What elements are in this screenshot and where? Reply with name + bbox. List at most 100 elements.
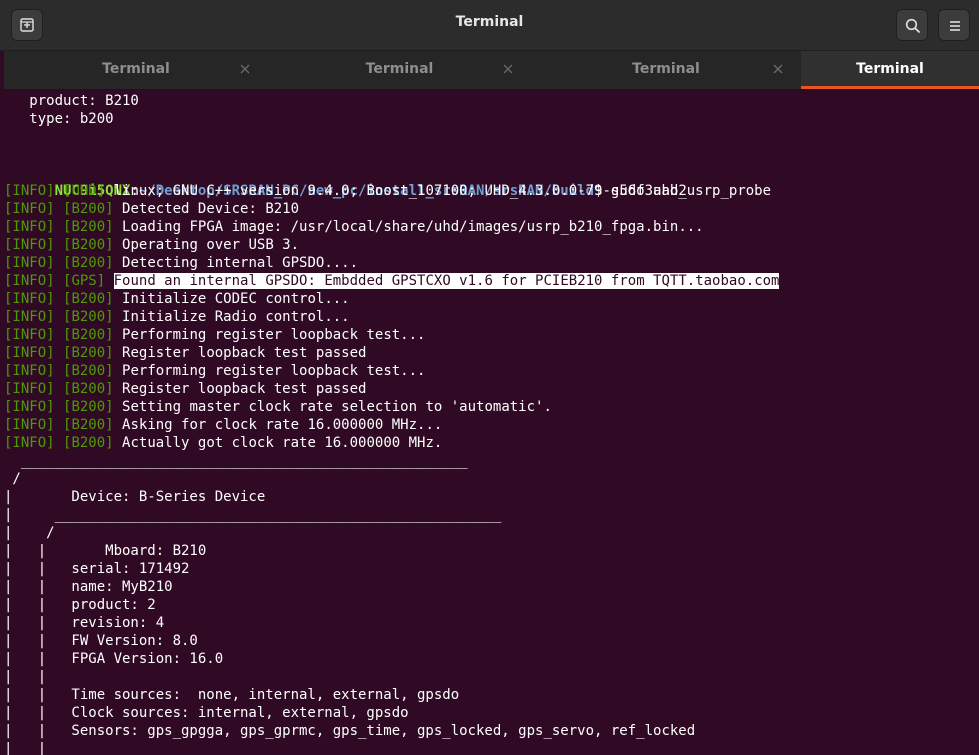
- tree-line: | | FPGA Version: 16.0: [4, 651, 224, 667]
- close-icon[interactable]: [501, 62, 515, 76]
- log-tag: [B200]: [63, 363, 114, 379]
- tree-line: | /: [4, 525, 55, 541]
- tab-label: Terminal: [102, 61, 170, 77]
- log-tag: [B200]: [63, 309, 114, 325]
- tree-line: | | serial: 171492: [4, 561, 190, 577]
- tab-label: Terminal: [365, 61, 434, 77]
- log-line: [INFO] [B200] Register loopback test pas…: [4, 380, 366, 398]
- log-message: Found an internal GPSDO: Embdded GPSTCXO…: [113, 273, 780, 289]
- terminal-window: Terminal Terminal Terminal Terminal Term…: [0, 0, 979, 755]
- search-button[interactable]: [896, 9, 928, 41]
- log-message: Performing register loopback test...: [122, 363, 426, 379]
- window-title: Terminal: [455, 14, 524, 30]
- log-message: Register loopback test passed: [122, 381, 367, 397]
- tab-terminal-1[interactable]: Terminal: [4, 51, 268, 89]
- log-tag: [B200]: [63, 219, 114, 235]
- log-level: [INFO]: [4, 273, 55, 289]
- log-message: Loading FPGA image: /usr/local/share/uhd…: [122, 219, 704, 235]
- log-tag: [B200]: [63, 399, 114, 415]
- tree-line: | | Sensors: gps_gpgga, gps_gprmc, gps_t…: [4, 723, 696, 739]
- tree-line: | |: [4, 741, 47, 755]
- log-level: [INFO]: [4, 309, 55, 325]
- shell-prompt: NUC9i5QNX:~/Desktop/SRSRAN_PC/new_pc/ins…: [4, 164, 771, 199]
- tab-label: Terminal: [632, 61, 700, 77]
- log-level: [INFO]: [4, 327, 55, 343]
- log-message: Operating over USB 3.: [122, 237, 300, 253]
- output-line: product: B210: [4, 93, 139, 109]
- tree-line: | |: [4, 669, 47, 685]
- log-line: [INFO] [B200] Initialize CODEC control..…: [4, 290, 350, 308]
- tree-line: | | revision: 4: [4, 615, 165, 631]
- tab-terminal-2[interactable]: Terminal: [268, 51, 531, 89]
- close-icon[interactable]: [771, 62, 785, 76]
- tab-terminal-3[interactable]: Terminal: [531, 51, 801, 89]
- log-level: [INFO]: [4, 291, 55, 307]
- log-line: [INFO] [B200] Setting master clock rate …: [4, 398, 552, 416]
- log-tag: [GPS]: [63, 273, 106, 289]
- log-level: [INFO]: [4, 255, 55, 271]
- hamburger-menu-icon: [950, 21, 960, 31]
- terminal-output[interactable]: product: B210 type: b200 NUC9i5QNX:~/Des…: [4, 89, 979, 755]
- log-message: Actually got clock rate 16.000000 MHz.: [122, 435, 443, 451]
- log-message: Asking for clock rate 16.000000 MHz...: [122, 417, 443, 433]
- log-line: [INFO] [B200] Performing register loopba…: [4, 362, 425, 380]
- log-tag: [B200]: [63, 435, 114, 451]
- log-tag: [B200]: [63, 255, 114, 271]
- output-line: type: b200: [4, 111, 114, 127]
- log-line: [INFO] [B200] Detecting internal GPSDO..…: [4, 254, 358, 272]
- tree-line: | ______________________________________…: [4, 507, 502, 523]
- tab-terminal-4-active[interactable]: Terminal: [801, 51, 979, 89]
- log-line: [INFO] [B200] Detected Device: B210: [4, 200, 299, 218]
- tree-line: | | name: MyB210: [4, 579, 173, 595]
- log-line: [INFO] [B200] Asking for clock rate 16.0…: [4, 416, 442, 434]
- log-tag: [B200]: [63, 327, 114, 343]
- log-tag: [B200]: [63, 201, 114, 217]
- log-line: [INFO] [B200] Operating over USB 3.: [4, 236, 299, 254]
- log-message: Initialize Radio control...: [122, 309, 350, 325]
- tree-line: /: [4, 471, 21, 487]
- log-level: [INFO]: [4, 183, 55, 199]
- log-level: [INFO]: [4, 399, 55, 415]
- log-line: [INFO] [B200] Register loopback test pas…: [4, 344, 366, 362]
- log-tag: [UHD]: [63, 183, 106, 199]
- log-line: [INFO] [UHD] linux; GNU C++ version 9.4.…: [4, 182, 687, 200]
- log-line: [INFO] [GPS] Found an internal GPSDO: Em…: [4, 272, 780, 290]
- menu-button[interactable]: [938, 9, 970, 41]
- log-tag: [B200]: [63, 345, 114, 361]
- log-level: [INFO]: [4, 201, 55, 217]
- tree-line: | | FW Version: 8.0: [4, 633, 198, 649]
- log-message: Register loopback test passed: [122, 345, 367, 361]
- log-level: [INFO]: [4, 237, 55, 253]
- tab-label: Terminal: [856, 61, 924, 77]
- log-line: [INFO] [B200] Loading FPGA image: /usr/l…: [4, 218, 704, 236]
- log-tag: [B200]: [63, 381, 114, 397]
- log-level: [INFO]: [4, 435, 55, 451]
- log-level: [INFO]: [4, 363, 55, 379]
- tree-line: | | product: 2: [4, 597, 156, 613]
- log-message: Performing register loopback test...: [122, 327, 426, 343]
- close-icon[interactable]: [238, 62, 252, 76]
- log-level: [INFO]: [4, 381, 55, 397]
- log-line: [INFO] [B200] Initialize Radio control..…: [4, 308, 350, 326]
- log-level: [INFO]: [4, 417, 55, 433]
- tree-line: ________________________________________…: [4, 453, 468, 469]
- log-line: [INFO] [B200] Performing register loopba…: [4, 326, 425, 344]
- tab-bar: Terminal Terminal Terminal Terminal: [4, 51, 979, 89]
- tree-line: | | Time sources: none, internal, extern…: [4, 687, 460, 703]
- log-message: Initialize CODEC control...: [122, 291, 350, 307]
- log-tag: [B200]: [63, 417, 114, 433]
- log-message: Detecting internal GPSDO....: [122, 255, 359, 271]
- log-message: linux; GNU C++ version 9.4.0; Boost_1071…: [113, 183, 687, 199]
- log-level: [INFO]: [4, 345, 55, 361]
- tree-line: | | Mboard: B210: [4, 543, 207, 559]
- tree-line: | | Clock sources: internal, external, g…: [4, 705, 409, 721]
- log-tag: [B200]: [63, 291, 114, 307]
- search-icon: [905, 18, 921, 34]
- tree-line: | Device: B-Series Device: [4, 489, 266, 505]
- log-message: Detected Device: B210: [122, 201, 300, 217]
- log-message: Setting master clock rate selection to '…: [122, 399, 552, 415]
- title-bar: Terminal: [0, 0, 979, 51]
- log-tag: [B200]: [63, 237, 114, 253]
- log-level: [INFO]: [4, 219, 55, 235]
- log-line: [INFO] [B200] Actually got clock rate 16…: [4, 434, 442, 452]
